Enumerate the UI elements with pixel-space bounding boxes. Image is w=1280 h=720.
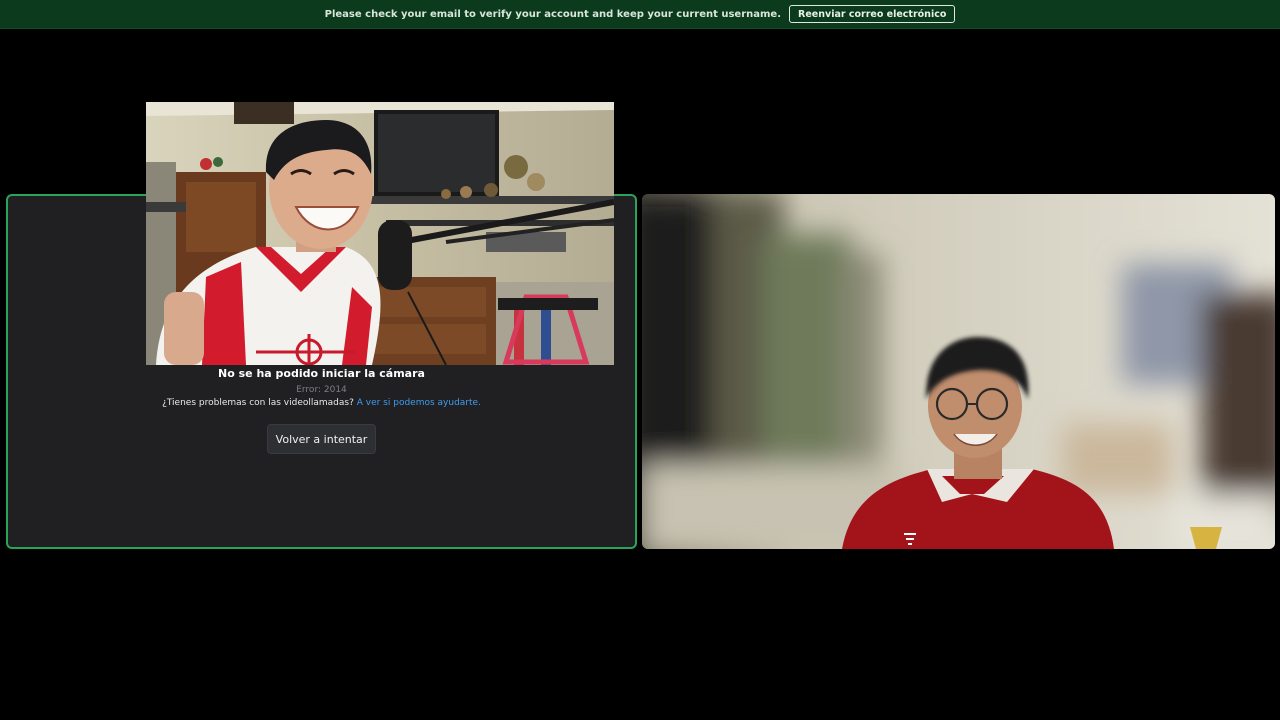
resend-email-button[interactable]: Reenviar correo electrónico (789, 5, 956, 23)
help-link[interactable]: A ver si podemos ayudarte. (357, 398, 481, 408)
call-grid: No se ha podido iniciar la cámara Error:… (0, 29, 1280, 720)
verification-message: Please check your email to verify your a… (324, 8, 782, 20)
remote-video-tile[interactable] (642, 194, 1275, 549)
camera-error-title: No se ha podido iniciar la cámara (218, 367, 425, 380)
verification-notice-bar: Please check your email to verify your a… (0, 0, 1280, 29)
remote-video-feed (642, 194, 1275, 549)
camera-help-text: ¿Tienes problemas con las videollamadas?… (6, 398, 637, 408)
camera-error-code: Error: 2014 (296, 385, 347, 395)
self-camera-preview (146, 102, 614, 365)
help-question: ¿Tienes problemas con las videollamadas? (162, 398, 354, 408)
retry-camera-button[interactable]: Volver a intentar (267, 424, 376, 454)
